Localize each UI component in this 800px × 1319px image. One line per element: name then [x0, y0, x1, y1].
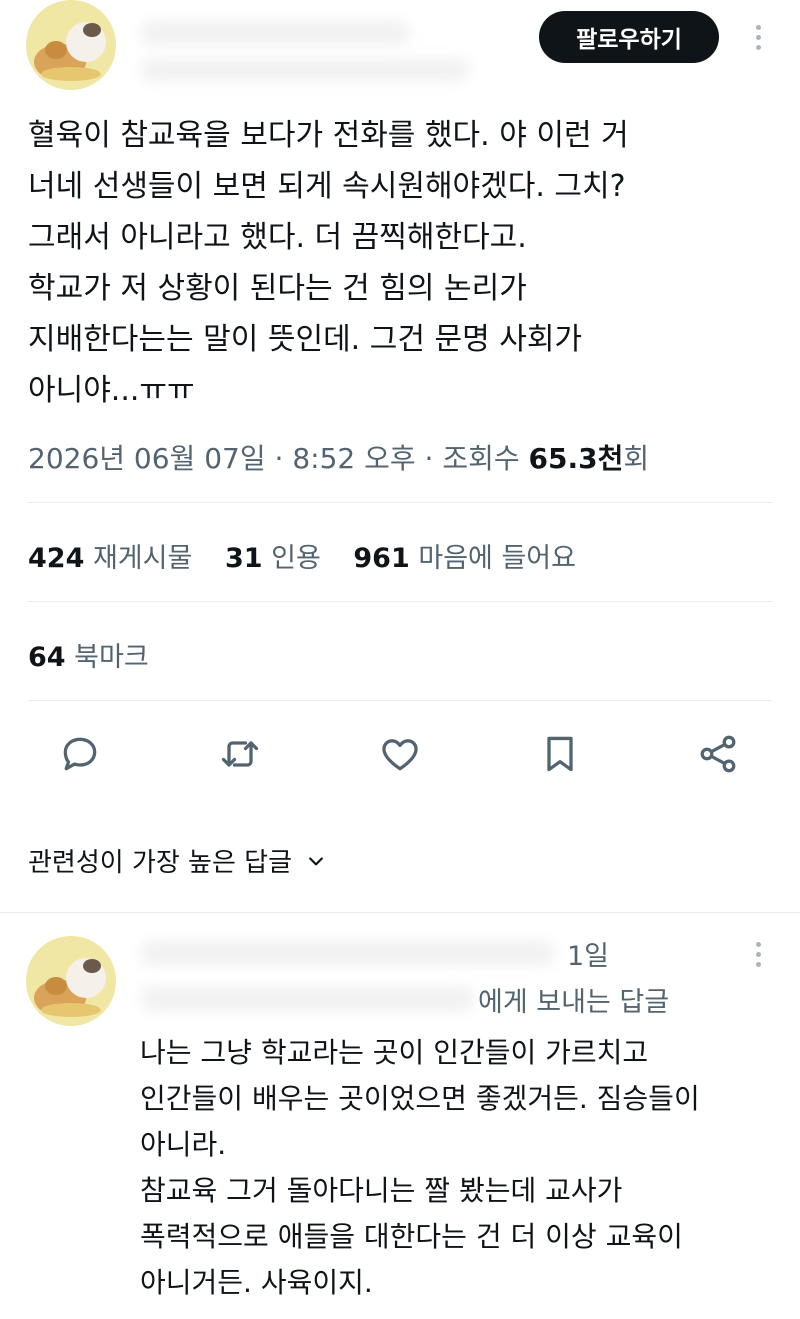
- tweet-line: 학교가 저 상황이 된다는 건 힘의 논리가: [28, 271, 527, 306]
- divider: [28, 700, 772, 701]
- share-icon[interactable]: [694, 730, 742, 778]
- tweet-time[interactable]: 8:52 오후: [292, 442, 415, 475]
- author-handle-blurred: [140, 58, 470, 82]
- engagement-stats: 424 재게시물 31 인용 961 마음에 들어요: [28, 536, 600, 575]
- tweet-date[interactable]: 2026년 06월 07일: [28, 442, 266, 475]
- bookmark-icon[interactable]: [536, 730, 584, 778]
- author-avatar[interactable]: [26, 0, 116, 90]
- reply-timestamp[interactable]: 1일: [567, 934, 609, 973]
- bookmarks-count: 64: [28, 642, 66, 673]
- meta-separator: ·: [424, 442, 443, 475]
- tweet-meta: 2026년 06월 07일 · 8:52 오후 · 조회수 65.3천회: [28, 437, 649, 477]
- quotes-label: 인용: [271, 543, 321, 574]
- tweet-line: 혈육이 참교육을 보다가 전화를 했다. 야 이런 거: [28, 118, 629, 153]
- reply-line: 폭력적으로 애들을 대한다는 건 더 이상 교육이: [140, 1220, 683, 1253]
- likes-label: 마음에 들어요: [418, 543, 576, 574]
- more-options-icon[interactable]: [752, 25, 764, 50]
- author-name-blurred: [140, 20, 410, 46]
- reply-line: 참교육 그거 돌아다니는 짤 봤는데 교사가: [140, 1174, 623, 1207]
- follow-button[interactable]: 팔로우하기: [539, 11, 719, 63]
- tweet-text: 혈육이 참교육을 보다가 전화를 했다. 야 이런 거 너네 선생들이 보면 되…: [28, 110, 778, 416]
- retweet-icon[interactable]: [216, 730, 264, 778]
- reply-line: 나는 그냥 학교라는 곳이 인간들이 가르치고: [140, 1036, 649, 1069]
- retweets-stat[interactable]: 424 재게시물: [28, 536, 192, 575]
- reply-text: 나는 그냥 학교라는 곳이 인간들이 가르치고 인간들이 배우는 곳이었으면 좋…: [140, 1030, 780, 1306]
- views-count: 65.3천: [528, 442, 624, 475]
- divider: [0, 912, 800, 913]
- tweet-line: 지배한다는는 말이 뜻인데. 그건 문명 사회가: [28, 322, 583, 357]
- sort-label: 관련성이 가장 높은 답글: [28, 848, 292, 878]
- reply-author-name-blurred: [140, 940, 555, 966]
- likes-stat[interactable]: 961 마음에 들어요: [353, 536, 576, 575]
- likes-count: 961: [353, 543, 410, 574]
- reply-sort-dropdown[interactable]: 관련성이 가장 높은 답글: [28, 842, 326, 879]
- divider: [28, 601, 772, 602]
- reply-icon[interactable]: [56, 730, 104, 778]
- views-suffix: 회: [623, 442, 650, 475]
- reply-line: 인간들이 배우는 곳이었으면 좋겠거든. 짐승들이: [140, 1082, 700, 1115]
- bookmarks-label: 북마크: [74, 642, 149, 673]
- bookmarks-stat[interactable]: 64 북마크: [28, 635, 149, 674]
- quotes-stat[interactable]: 31 인용: [225, 536, 321, 575]
- tweet-line: 아니야...ㅠㅠ: [28, 373, 195, 408]
- retweets-label: 재게시물: [92, 543, 193, 574]
- meta-separator: ·: [274, 442, 293, 475]
- views-label: 조회수: [442, 442, 520, 475]
- retweets-count: 424: [28, 543, 85, 574]
- reply-more-options-icon[interactable]: [752, 942, 764, 967]
- quotes-count: 31: [224, 543, 263, 574]
- chevron-down-icon: [309, 856, 323, 865]
- tweet-line: 너네 선생들이 보면 되게 속시원해야겠다. 그치?: [28, 169, 626, 204]
- reply-to-handle-blurred: [140, 986, 475, 1012]
- reply-line: 아니거든. 사육이지.: [140, 1266, 373, 1299]
- reply-to-label: 에게 보내는 답글: [478, 987, 670, 1018]
- heart-icon[interactable]: [376, 730, 424, 778]
- reply-to-line: 에게 보내는 답글: [478, 980, 669, 1019]
- reply-line: 아니라.: [140, 1128, 227, 1161]
- reply-author-avatar[interactable]: [26, 936, 116, 1026]
- tweet-line: 그래서 아니라고 했다. 더 끔찍해한다고.: [28, 220, 527, 255]
- divider: [28, 502, 772, 503]
